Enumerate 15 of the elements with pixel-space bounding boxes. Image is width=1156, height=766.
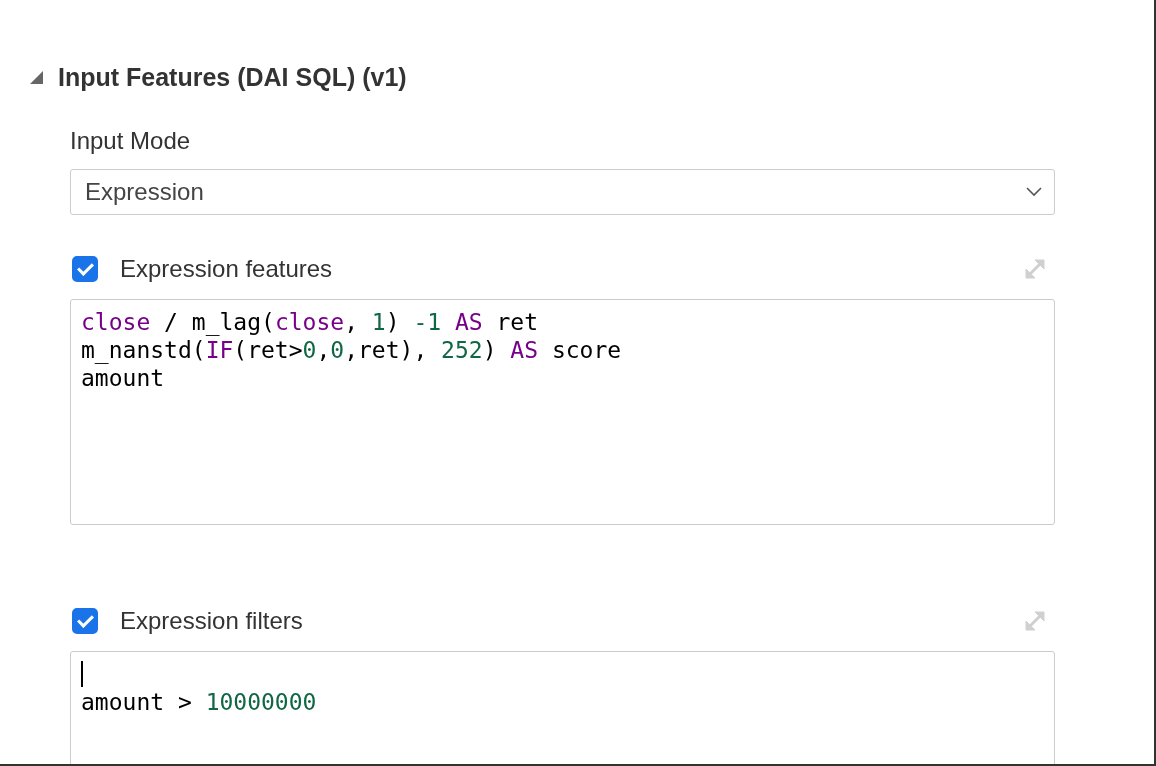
code-line: m_nanstd(IF(ret>0,0,ret), 252) AS score [81, 336, 622, 364]
collapse-triangle-icon[interactable] [30, 70, 43, 84]
code-editor[interactable]: close / m_lag(close, 1) -1 AS ret m_nanstd(IF(ret>0,0,ret), 252) AS score amount [70, 299, 1055, 525]
input-mode-label: Input Mode [70, 127, 192, 155]
chevron-down-icon [1026, 187, 1042, 197]
editor-label: Expression features [120, 255, 333, 283]
editor-label: Expression filters [120, 607, 303, 635]
checkbox[interactable] [72, 256, 98, 282]
checkbox[interactable] [72, 608, 98, 634]
code-line: amount > 10000000 [81, 688, 317, 716]
code-line: close / m_lag(close, 1) -1 AS ret [81, 308, 539, 336]
code-editor[interactable]: amount > 10000000 [70, 651, 1055, 764]
input-mode-dropdown[interactable]: Expression [70, 169, 1055, 215]
section-title: Input Features (DAI SQL) (v1) [58, 62, 407, 92]
code-line: amount [81, 364, 165, 392]
